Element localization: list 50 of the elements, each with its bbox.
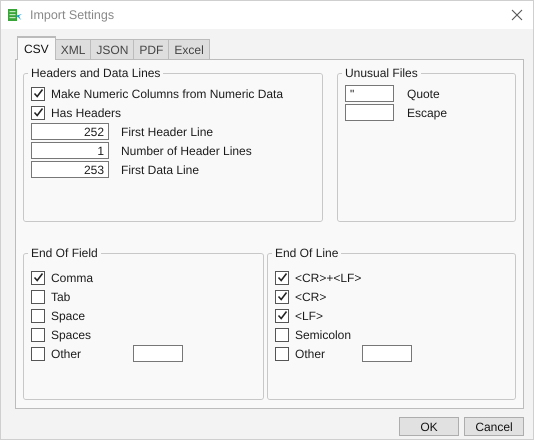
checkbox[interactable] bbox=[275, 290, 289, 304]
tab[interactable]: JSON bbox=[90, 39, 134, 59]
tab[interactable]: XML bbox=[54, 39, 92, 59]
checkbox[interactable] bbox=[275, 308, 289, 322]
input-field[interactable] bbox=[345, 104, 394, 121]
checkbox[interactable] bbox=[275, 328, 289, 342]
checkbox[interactable] bbox=[31, 290, 45, 304]
checkbox-label: Tab bbox=[51, 290, 70, 304]
checkbox-label: Spaces bbox=[51, 328, 92, 342]
field-label: First Header Line bbox=[121, 124, 214, 138]
field-label: Quote bbox=[407, 86, 440, 100]
input-field[interactable] bbox=[133, 345, 183, 362]
input-field[interactable] bbox=[362, 345, 412, 362]
checkbox-label: Has Headers bbox=[51, 106, 122, 120]
input-field[interactable]: 253 bbox=[31, 161, 109, 178]
checkbox[interactable] bbox=[31, 346, 45, 360]
group-title: End Of Line bbox=[274, 246, 340, 260]
checkbox[interactable] bbox=[275, 270, 289, 284]
field-label: Escape bbox=[407, 106, 448, 120]
checkbox[interactable] bbox=[31, 86, 45, 100]
field-label: First Data Line bbox=[121, 162, 200, 176]
checkbox-label: Semicolon bbox=[295, 328, 352, 342]
app-icon bbox=[7, 7, 23, 23]
checkbox[interactable] bbox=[31, 270, 45, 284]
checkbox-label: <CR> bbox=[295, 290, 326, 304]
input-field[interactable]: 252 bbox=[31, 123, 109, 140]
tab[interactable]: PDF bbox=[133, 39, 170, 59]
checkbox-label: Other bbox=[295, 346, 326, 360]
group-title: Headers and Data Lines bbox=[30, 66, 162, 80]
checkbox[interactable] bbox=[31, 308, 45, 322]
group-title: End Of Field bbox=[30, 246, 99, 260]
dialog-button[interactable]: OK bbox=[399, 417, 459, 436]
field-label: Number of Header Lines bbox=[121, 144, 252, 158]
tab[interactable]: Excel bbox=[168, 39, 210, 59]
checkbox-label: Make Numeric Columns from Numeric Data bbox=[51, 86, 284, 100]
checkbox[interactable] bbox=[31, 328, 45, 342]
input-field[interactable]: " bbox=[345, 85, 394, 102]
checkbox-label: <LF> bbox=[295, 308, 324, 322]
window-title: Import Settings bbox=[30, 8, 116, 22]
dialog-button[interactable]: Cancel bbox=[464, 417, 524, 436]
checkbox-label: Space bbox=[51, 308, 86, 322]
close-icon[interactable] bbox=[511, 9, 523, 21]
input-field[interactable]: 1 bbox=[31, 142, 109, 159]
group-title: Unusual Files bbox=[344, 66, 419, 80]
checkbox-label: Other bbox=[51, 346, 82, 360]
checkbox-label: Comma bbox=[51, 270, 94, 284]
tab[interactable]: CSV bbox=[17, 36, 56, 60]
checkbox[interactable] bbox=[31, 106, 45, 120]
checkbox[interactable] bbox=[275, 346, 289, 360]
checkbox-label: <CR>+<LF> bbox=[295, 270, 362, 284]
